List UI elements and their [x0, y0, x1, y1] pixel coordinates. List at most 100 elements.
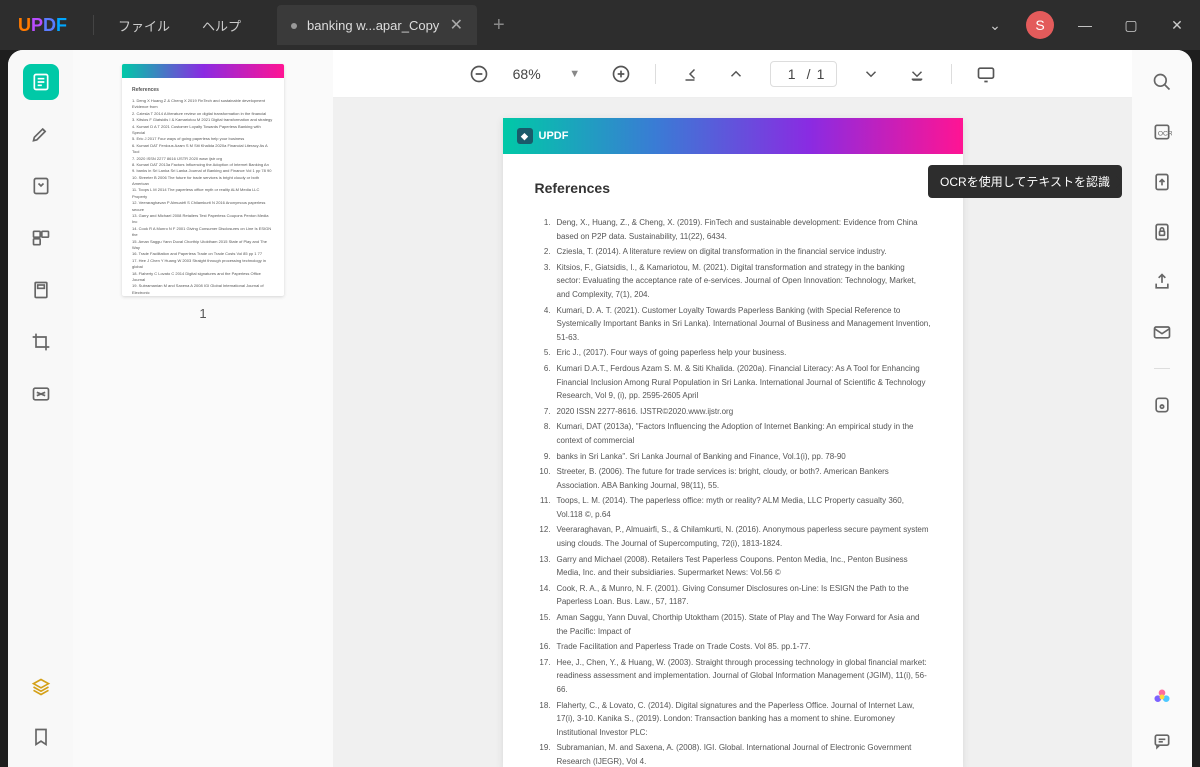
menu-file[interactable]: ファイル — [102, 16, 186, 35]
reference-number: 19. — [535, 741, 551, 767]
reference-item: 11.Toops, L. M. (2014). The paperless of… — [535, 494, 931, 521]
next-page-button[interactable] — [859, 62, 883, 86]
menu-help[interactable]: ヘルプ — [186, 16, 257, 35]
page-content: References 1.Deng, X., Huang, Z., & Chen… — [503, 154, 963, 767]
references-list: 1.Deng, X., Huang, Z., & Cheng, X. (2019… — [535, 216, 931, 767]
zoom-out-button[interactable] — [467, 62, 491, 86]
share-button[interactable] — [1148, 268, 1176, 296]
pdf-page: ◆ UPDF References 1.Deng, X., Huang, Z.,… — [503, 118, 963, 767]
reference-number: 8. — [535, 420, 551, 447]
zoom-dropdown-icon[interactable]: ▼ — [563, 62, 587, 86]
maximize-button[interactable]: ▢ — [1108, 0, 1154, 50]
organize-tool[interactable] — [23, 220, 59, 256]
convert-button[interactable] — [1148, 168, 1176, 196]
total-pages: 1 — [817, 66, 825, 82]
reference-text: Kumari, DAT (2013a), "Factors Influencin… — [557, 420, 931, 447]
window-controls: ⌄ S — ▢ ✕ — [972, 0, 1200, 50]
reference-item: 13. Garry and Michael (2008). Retailers T… — [535, 553, 931, 580]
zoom-level[interactable]: 68% — [513, 66, 541, 82]
reference-number: 9. — [535, 450, 551, 464]
reference-text: Kumari, D. A. T. (2021). Customer Loyalt… — [557, 304, 931, 345]
reference-number: 12. — [535, 523, 551, 550]
new-tab-button[interactable]: + — [493, 14, 505, 37]
reference-number: 5. — [535, 346, 551, 360]
reference-number: 13. — [535, 553, 551, 580]
reference-number: 6. — [535, 362, 551, 403]
email-button[interactable] — [1148, 318, 1176, 346]
app-logo: UPDF — [0, 15, 85, 36]
protect-button[interactable] — [1148, 218, 1176, 246]
reference-text: Cook, R. A., & Munro, N. F. (2001). Givi… — [557, 582, 931, 609]
search-button[interactable] — [1148, 68, 1176, 96]
prev-page-button[interactable] — [724, 62, 748, 86]
reference-text: Cziesla, T. (2014). A literature review … — [557, 245, 887, 259]
reference-item: 17.Hee, J., Chen, Y., & Huang, W. (2003)… — [535, 656, 931, 697]
reference-text: Aman Saggu, Yann Duval, Chorthip Utoktha… — [557, 611, 931, 638]
reference-text: Kumari D.A.T., Ferdous Azam S. M. & Siti… — [557, 362, 931, 403]
reference-text: banks in Sri Lanka". Sri Lanka Journal o… — [557, 450, 846, 464]
page-canvas[interactable]: ◆ UPDF References 1.Deng, X., Huang, Z.,… — [333, 98, 1132, 767]
document-tab[interactable]: banking w...apar_Copy ✕ — [277, 5, 477, 45]
ai-assistant-button[interactable] — [1148, 683, 1176, 711]
page-tool[interactable] — [23, 272, 59, 308]
edit-tool[interactable] — [23, 168, 59, 204]
page-brand: ◆ UPDF — [517, 128, 569, 144]
crop-tool[interactable] — [23, 324, 59, 360]
compress-button[interactable] — [1148, 391, 1176, 419]
reference-number: 10. — [535, 465, 551, 492]
reference-item: 6.Kumari D.A.T., Ferdous Azam S. M. & Si… — [535, 362, 931, 403]
tab-indicator-icon — [291, 23, 297, 29]
reference-text: Eric J., (2017). Four ways of going pape… — [557, 346, 787, 360]
close-tab-icon[interactable]: ✕ — [450, 15, 463, 35]
reference-number: 2. — [535, 245, 551, 259]
separator — [1154, 368, 1170, 369]
reference-number: 17. — [535, 656, 551, 697]
minimize-button[interactable]: — — [1062, 0, 1108, 50]
reference-text: Streeter, B. (2006). The future for trad… — [557, 465, 931, 492]
redact-tool[interactable] — [23, 376, 59, 412]
references-heading: References — [535, 180, 931, 196]
reference-item: 19.Subramanian, M. and Saxena, A. (2008)… — [535, 741, 931, 767]
separator — [93, 15, 94, 35]
reference-text: Trade Facilitation and Paperless Trade o… — [557, 640, 811, 654]
reference-number: 16. — [535, 640, 551, 654]
reader-tool[interactable] — [23, 64, 59, 100]
comment-button[interactable] — [1148, 727, 1176, 755]
first-page-button[interactable] — [678, 62, 702, 86]
reference-text: Toops, L. M. (2014). The paperless offic… — [557, 494, 931, 521]
reference-item: 15.Aman Saggu, Yann Duval, Chorthip Utok… — [535, 611, 931, 638]
zoom-in-button[interactable] — [609, 62, 633, 86]
page-thumbnail[interactable]: References 1. Deng X Huang Z & Cheng X 2… — [122, 64, 284, 296]
last-page-button[interactable] — [905, 62, 929, 86]
highlight-tool[interactable] — [23, 116, 59, 152]
reference-item: 4.Kumari, D. A. T. (2021). Customer Loya… — [535, 304, 931, 345]
main-view: 68% ▼ 1 / 1 ◆ UPDF — [333, 50, 1132, 767]
reference-text: Veeraraghavan, P., Almuairfi, S., & Chil… — [557, 523, 931, 550]
reference-number: 1. — [535, 216, 551, 243]
reference-item: 7.2020 ISSN 2277-8616. IJSTR©2020.www.ij… — [535, 405, 931, 419]
close-button[interactable]: ✕ — [1154, 0, 1200, 50]
thumbnail-preview: References 1. Deng X Huang Z & Cheng X 2… — [122, 78, 284, 296]
titlebar: UPDF ファイル ヘルプ banking w...apar_Copy ✕ + … — [0, 0, 1200, 50]
thumbnail-header-band — [122, 64, 284, 78]
reference-item: 12. Veeraraghavan, P., Almuairfi, S., & C… — [535, 523, 931, 550]
presentation-button[interactable] — [974, 62, 998, 86]
reference-item: 16. Trade Facilitation and Paperless Trad… — [535, 640, 931, 654]
user-avatar[interactable]: S — [1026, 11, 1054, 39]
reference-item: 5. Eric J., (2017). Four ways of going pa… — [535, 346, 931, 360]
reference-number: 3. — [535, 261, 551, 302]
svg-text:OCR: OCR — [1158, 130, 1172, 137]
ocr-button[interactable]: OCR — [1148, 118, 1176, 146]
view-toolbar: 68% ▼ 1 / 1 — [333, 50, 1132, 98]
separator — [655, 64, 656, 84]
page-indicator[interactable]: 1 / 1 — [770, 61, 838, 87]
reference-item: 8.Kumari, DAT (2013a), "Factors Influenc… — [535, 420, 931, 447]
thumbnail-page-number: 1 — [199, 306, 206, 321]
bookmark-tool[interactable] — [23, 719, 59, 755]
tab-title: banking w...apar_Copy — [307, 18, 440, 33]
reference-item: 1.Deng, X., Huang, Z., & Cheng, X. (2019… — [535, 216, 931, 243]
reference-text: Garry and Michael (2008). Retailers Test… — [557, 553, 931, 580]
layers-tool[interactable] — [23, 669, 59, 705]
chevron-down-icon[interactable]: ⌄ — [972, 0, 1018, 50]
thumbnail-panel: References 1. Deng X Huang Z & Cheng X 2… — [73, 50, 333, 767]
